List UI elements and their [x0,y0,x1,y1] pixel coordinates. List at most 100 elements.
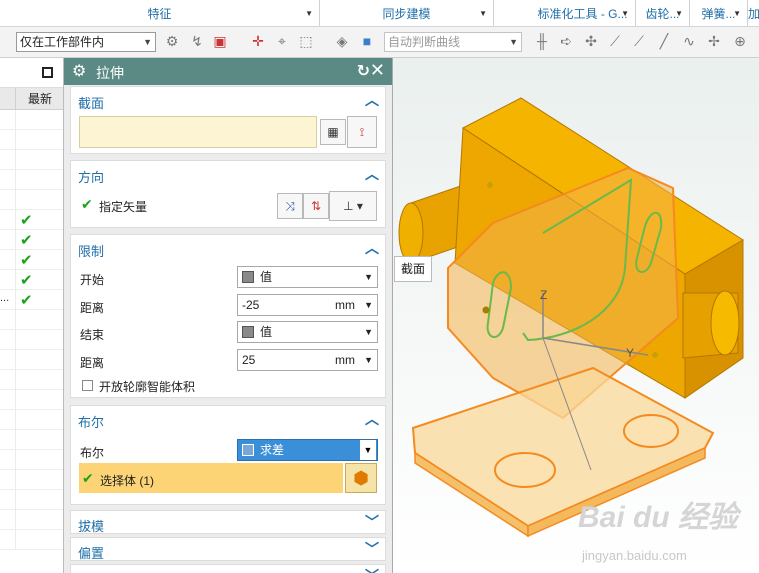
ribbon-group-standard-tools[interactable]: 标准化工具 - G... ▼ [530,0,636,26]
chevron-down-icon[interactable]: ▼ [621,0,629,28]
chevron-up-icon[interactable]: ︿ [365,409,379,429]
arrow-right-icon[interactable]: ➪ [557,32,575,50]
offset-header[interactable]: 偏置 ﹀ [71,538,385,562]
table-row[interactable] [0,370,63,390]
vector-inference-dropdown[interactable]: ⊥ ▾ [329,191,377,221]
start-distance-input[interactable]: -25 mm ▼ [237,294,378,316]
column-latest[interactable]: 最新 [15,88,64,110]
ribbon-group-spring[interactable]: 弹簧... ▼ [690,0,748,26]
table-row[interactable]: ✔ [0,230,63,250]
chevron-up-icon[interactable]: ︿ [365,164,379,184]
table-row[interactable] [0,150,63,170]
reverse-direction-icon[interactable]: ⤨ [277,193,303,219]
filter-icon[interactable]: ⚙ [163,32,181,50]
table-row[interactable] [0,350,63,370]
table-row[interactable]: ✔ [0,250,63,270]
end-distance-input[interactable]: 25 mm ▼ [237,349,378,371]
chevron-up-icon[interactable]: ︿ [365,90,379,110]
table-row[interactable] [0,510,63,530]
select-filter-icon[interactable]: ▣ [211,32,229,50]
chevron-down-icon[interactable]: ﹀ [365,512,379,532]
intersect-icon[interactable]: ✢ [705,32,723,50]
maximize-icon[interactable] [42,67,53,78]
chevron-down-icon[interactable]: ﹀ [365,539,379,559]
table-row[interactable]: ... ✔ [0,290,63,310]
point-snap-icon[interactable]: ✛ [249,32,267,50]
table-row[interactable] [0,470,63,490]
open-profile-checkbox[interactable] [82,380,93,391]
chevron-down-icon[interactable]: ▼ [479,0,487,28]
table-row[interactable] [0,110,63,130]
chevron-up-icon[interactable]: ︿ [365,238,379,258]
chevron-down-icon[interactable]: ▼ [364,350,373,370]
chevron-down-icon[interactable]: ﹀ [365,566,379,573]
curve-rule-select[interactable]: 自动判断曲线 ▼ [384,32,522,52]
ribbon-group-more[interactable]: 加 [748,0,759,26]
table-row[interactable] [0,490,63,510]
base-hole-right[interactable] [623,414,679,448]
circle-point-icon[interactable]: ⊕ [731,32,749,50]
base-hole-left[interactable] [494,452,556,488]
ribbon-group-feature[interactable]: 特征 ▼ [0,0,320,26]
chevron-down-icon[interactable]: ▼ [364,322,373,342]
sketch-section-icon[interactable]: ⟟ [347,116,377,148]
draft-header[interactable]: 拔模 ﹀ [71,511,385,535]
table-row[interactable] [0,130,63,150]
boolean-header[interactable]: 布尔 ︿ [71,406,385,432]
section-header[interactable]: 截面 ︿ [71,87,385,113]
draft-panel[interactable]: 拔模 ﹀ [70,510,386,534]
select-body-row[interactable]: ✔ 选择体 (1) [79,463,343,493]
pin-icon[interactable]: ⌖ [273,32,291,50]
chevron-down-icon[interactable]: ▼ [305,0,313,28]
chevron-down-icon[interactable]: ▼ [143,33,152,51]
tangent-line-icon[interactable]: ⟋ [630,32,648,50]
table-row[interactable] [0,170,63,190]
select-solid-icon[interactable]: ⬢ [345,463,377,493]
start-option-select[interactable]: 值 ▼ [237,266,378,288]
watermark-url: jingyan.baidu.com [582,548,687,563]
table-row[interactable]: ✔ [0,210,63,230]
table-row[interactable] [0,410,63,430]
table-row[interactable] [0,310,63,330]
section-select-field[interactable] [79,116,317,148]
limits-header[interactable]: 限制 ︿ [71,235,385,261]
line-icon[interactable]: ⟋ [606,32,624,50]
cube-icon[interactable]: ■ [358,32,376,50]
chevron-down-icon[interactable]: ▼ [509,33,518,51]
table-row[interactable] [0,530,63,550]
boolean-select[interactable]: 求差 ▼ [237,439,378,461]
solid-body-icon[interactable]: ◈ [333,32,351,50]
end-option-select[interactable]: 值 ▼ [237,321,378,343]
snap-icon[interactable]: ↯ [188,32,206,50]
ribbon-group-gear[interactable]: 齿轮... ▼ [636,0,690,26]
settings-panel[interactable]: 设置 ﹀ [70,564,386,573]
table-row[interactable]: ✔ [0,270,63,290]
chevron-down-icon[interactable]: ▼ [360,440,376,460]
table-row[interactable] [0,430,63,450]
table-row[interactable] [0,450,63,470]
offset-panel[interactable]: 偏置 ﹀ [70,537,386,561]
table-row[interactable] [0,190,63,210]
vector-dialog-icon[interactable]: ⇅ [303,193,329,219]
chevron-down-icon[interactable]: ▼ [364,267,373,287]
reset-icon[interactable]: ↻ [357,61,370,81]
direction-header[interactable]: 方向 ︿ [71,161,385,187]
settings-header[interactable]: 设置 ﹀ [71,565,385,573]
table-row[interactable] [0,390,63,410]
scope-select[interactable]: 仅在工作部件内 ▼ [16,32,156,52]
open-profile-label: 开放轮廓智能体积 [99,380,196,394]
ribbon-group-sync-modeling[interactable]: 同步建模 ▼ [320,0,494,26]
gear-icon[interactable]: ⚙ [72,61,86,81]
chevron-down-icon[interactable]: ▼ [364,295,373,315]
slash-icon[interactable]: ╱ [655,32,673,50]
chevron-down-icon[interactable]: ▼ [675,0,683,28]
spline-icon[interactable]: ∿ [680,32,698,50]
cylinder-right[interactable] [710,290,740,356]
curve-tool-icon[interactable]: ╫ [533,32,551,50]
table-row[interactable] [0,330,63,350]
section-curve-icon[interactable]: ▦ [320,119,346,145]
close-icon[interactable]: ✕ [370,60,385,81]
grid-points-icon[interactable]: ✣ [582,32,600,50]
rectangle-select-icon[interactable]: ⬚ [297,32,315,50]
chevron-down-icon[interactable]: ▼ [733,0,741,28]
